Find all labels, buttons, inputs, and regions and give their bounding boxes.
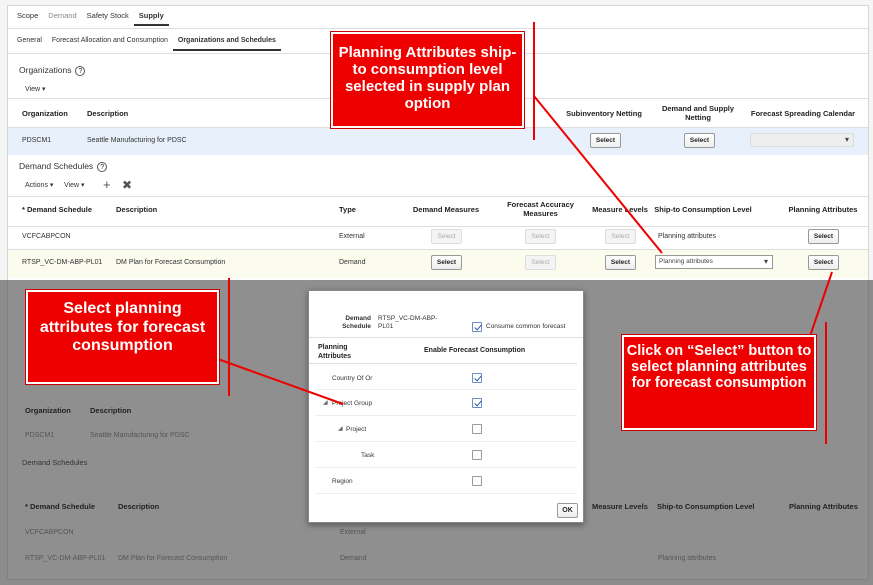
callout-right: Click on “Select” button to select plann… <box>622 335 816 430</box>
callout-top: Planning Attributes ship-to consumption … <box>331 32 524 128</box>
connector-line <box>807 271 833 343</box>
callout-left: Select planning attributes for forecast … <box>26 290 219 384</box>
connector-line <box>214 357 344 405</box>
screenshot-stage: Scope Demand Safety Stock Supply General… <box>0 0 873 585</box>
connector-line <box>533 95 663 254</box>
